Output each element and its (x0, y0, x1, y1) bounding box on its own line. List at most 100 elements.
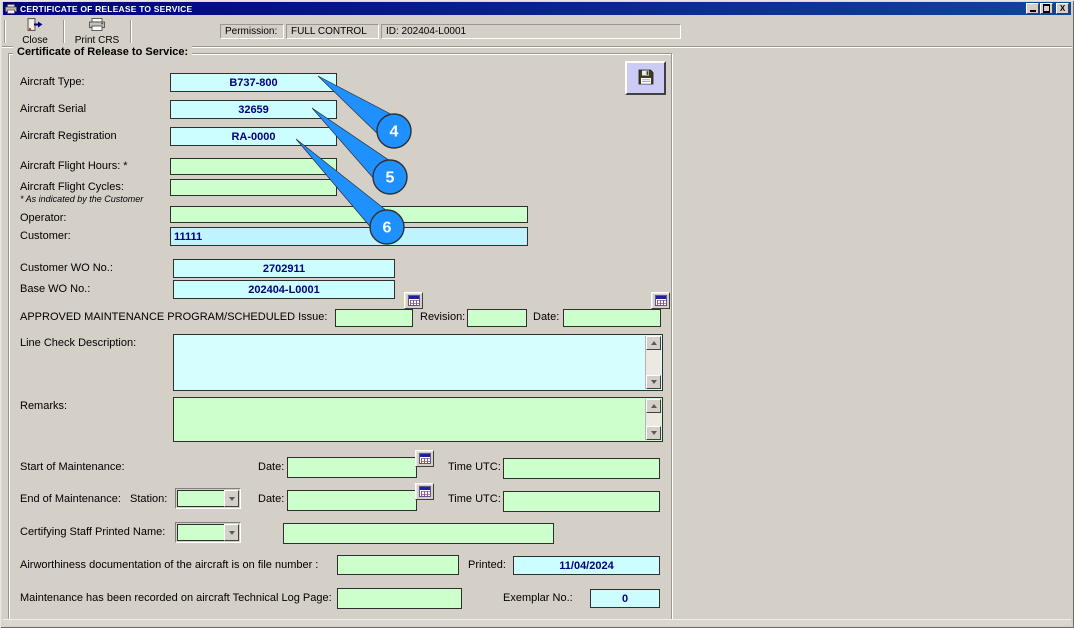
station-dropdown-button[interactable] (224, 490, 239, 507)
flight-hours-field[interactable] (170, 158, 337, 175)
window-title: CERTIFICATE OF RELEASE TO SERVICE (20, 3, 193, 14)
calendar-button[interactable] (415, 483, 434, 500)
end-maintenance-label: End of Maintenance: (20, 493, 121, 505)
end-date-field[interactable] (287, 490, 417, 511)
calendar-icon (419, 486, 431, 497)
titlebar: CERTIFICATE OF RELEASE TO SERVICE X (3, 2, 1071, 15)
aircraft-serial-label: Aircraft Serial (20, 103, 87, 115)
line-check-text (175, 336, 644, 389)
scrollbar[interactable] (645, 336, 661, 389)
amp-date-label: Date: (533, 311, 560, 323)
print-crs-button[interactable]: Print CRS (68, 17, 126, 46)
certifying-staff-select[interactable] (175, 522, 241, 543)
base-wo-field[interactable] (173, 280, 395, 299)
remarks-text (175, 399, 644, 440)
station-select[interactable] (175, 488, 241, 509)
chevron-down-icon (228, 530, 235, 535)
customer-field[interactable] (170, 227, 528, 246)
end-date-label: Date: (258, 493, 285, 505)
triangle-up-icon (650, 341, 657, 345)
toolbar-separator (4, 20, 6, 43)
aircraft-registration-label: Aircraft Registration (20, 130, 117, 142)
airworthiness-file-field[interactable] (337, 555, 459, 575)
floppy-disk-icon (638, 69, 654, 88)
start-date-field[interactable] (287, 457, 417, 478)
start-time-label: Time UTC: (448, 461, 501, 473)
start-time-field[interactable] (503, 458, 660, 479)
amp-issue-field[interactable] (335, 309, 413, 327)
crs-groupbox-legend: Certificate of Release to Service: (13, 46, 193, 58)
calendar-icon (408, 295, 420, 306)
exemplar-field[interactable] (590, 589, 660, 608)
tech-log-label: Maintenance has been recorded on aircraf… (20, 592, 332, 604)
remarks-label: Remarks: (20, 400, 68, 412)
triangle-up-icon (650, 404, 657, 408)
restore-button[interactable] (1040, 3, 1053, 14)
printed-label: Printed: (468, 559, 506, 571)
aircraft-registration-field[interactable] (170, 127, 337, 146)
scroll-up-button[interactable] (646, 399, 661, 413)
exit-door-icon (26, 17, 44, 34)
calendar-icon (655, 295, 667, 306)
calendar-button[interactable] (651, 292, 670, 309)
scroll-down-button[interactable] (646, 426, 661, 440)
calendar-button[interactable] (404, 292, 423, 309)
printed-date-field[interactable] (513, 556, 660, 575)
certifying-staff-dropdown-button[interactable] (224, 524, 239, 541)
certifying-staff-label: Certifying Staff Printed Name: (20, 526, 166, 538)
certifying-staff-name-field[interactable] (283, 523, 554, 544)
calendar-icon (419, 453, 431, 464)
close-window-button[interactable]: X (1056, 3, 1069, 14)
remarks-textarea[interactable] (173, 397, 663, 442)
window-bottom-edge (3, 619, 1071, 626)
aircraft-serial-field[interactable] (170, 100, 337, 119)
print-crs-button-label: Print CRS (74, 34, 120, 46)
station-label: Station: (130, 493, 168, 505)
calendar-button[interactable] (415, 450, 434, 467)
customer-footnote: * As indicated by the Customer (20, 194, 144, 204)
line-check-label: Line Check Description: (20, 337, 137, 349)
close-icon: X (1059, 3, 1066, 13)
tech-log-page-field[interactable] (337, 588, 462, 609)
window-controls: X (1026, 3, 1069, 14)
end-time-label: Time UTC: (448, 493, 501, 505)
chevron-down-icon (228, 496, 235, 501)
triangle-down-icon (650, 380, 657, 384)
airworthiness-label: Airworthiness documentation of the aircr… (20, 559, 319, 571)
close-button-label: Close (22, 34, 48, 46)
triangle-down-icon (650, 431, 657, 435)
scroll-up-button[interactable] (646, 336, 661, 350)
customer-wo-label: Customer WO No.: (20, 262, 113, 274)
start-maintenance-label: Start of Maintenance: (20, 461, 125, 473)
amp-revision-label: Revision: (420, 311, 466, 323)
flight-cycles-field[interactable] (170, 179, 337, 196)
amp-label: APPROVED MAINTENANCE PROGRAM/SCHEDULED I… (20, 311, 328, 323)
minimize-button[interactable] (1026, 3, 1039, 14)
customer-label: Customer: (20, 230, 71, 242)
printer-icon (5, 3, 17, 14)
customer-wo-field[interactable] (173, 259, 395, 278)
toolbar-separator (63, 20, 65, 43)
minimize-icon (1029, 10, 1036, 12)
flight-hours-label: Aircraft Flight Hours: * (20, 160, 128, 172)
record-id-value: ID: 202404-L0001 (381, 24, 681, 39)
operator-field[interactable] (170, 206, 528, 223)
amp-revision-field[interactable] (467, 309, 527, 327)
amp-date-field[interactable] (563, 309, 661, 327)
printer-icon (88, 17, 106, 34)
scroll-down-button[interactable] (646, 375, 661, 389)
line-check-textarea[interactable] (173, 334, 663, 391)
permission-label: Permission: (220, 24, 284, 39)
permission-value: FULL CONTROL (286, 24, 379, 39)
scrollbar[interactable] (645, 399, 661, 440)
end-time-field[interactable] (503, 491, 660, 512)
restore-icon (1043, 4, 1050, 13)
base-wo-label: Base WO No.: (20, 283, 91, 295)
close-button[interactable]: Close (9, 17, 61, 46)
toolbar-separator (130, 20, 132, 43)
operator-label: Operator: (20, 212, 67, 224)
aircraft-type-label: Aircraft Type: (20, 76, 85, 88)
aircraft-type-field[interactable] (170, 73, 337, 92)
save-button[interactable] (625, 61, 666, 95)
app-window: CERTIFICATE OF RELEASE TO SERVICE X Clos… (0, 0, 1074, 628)
